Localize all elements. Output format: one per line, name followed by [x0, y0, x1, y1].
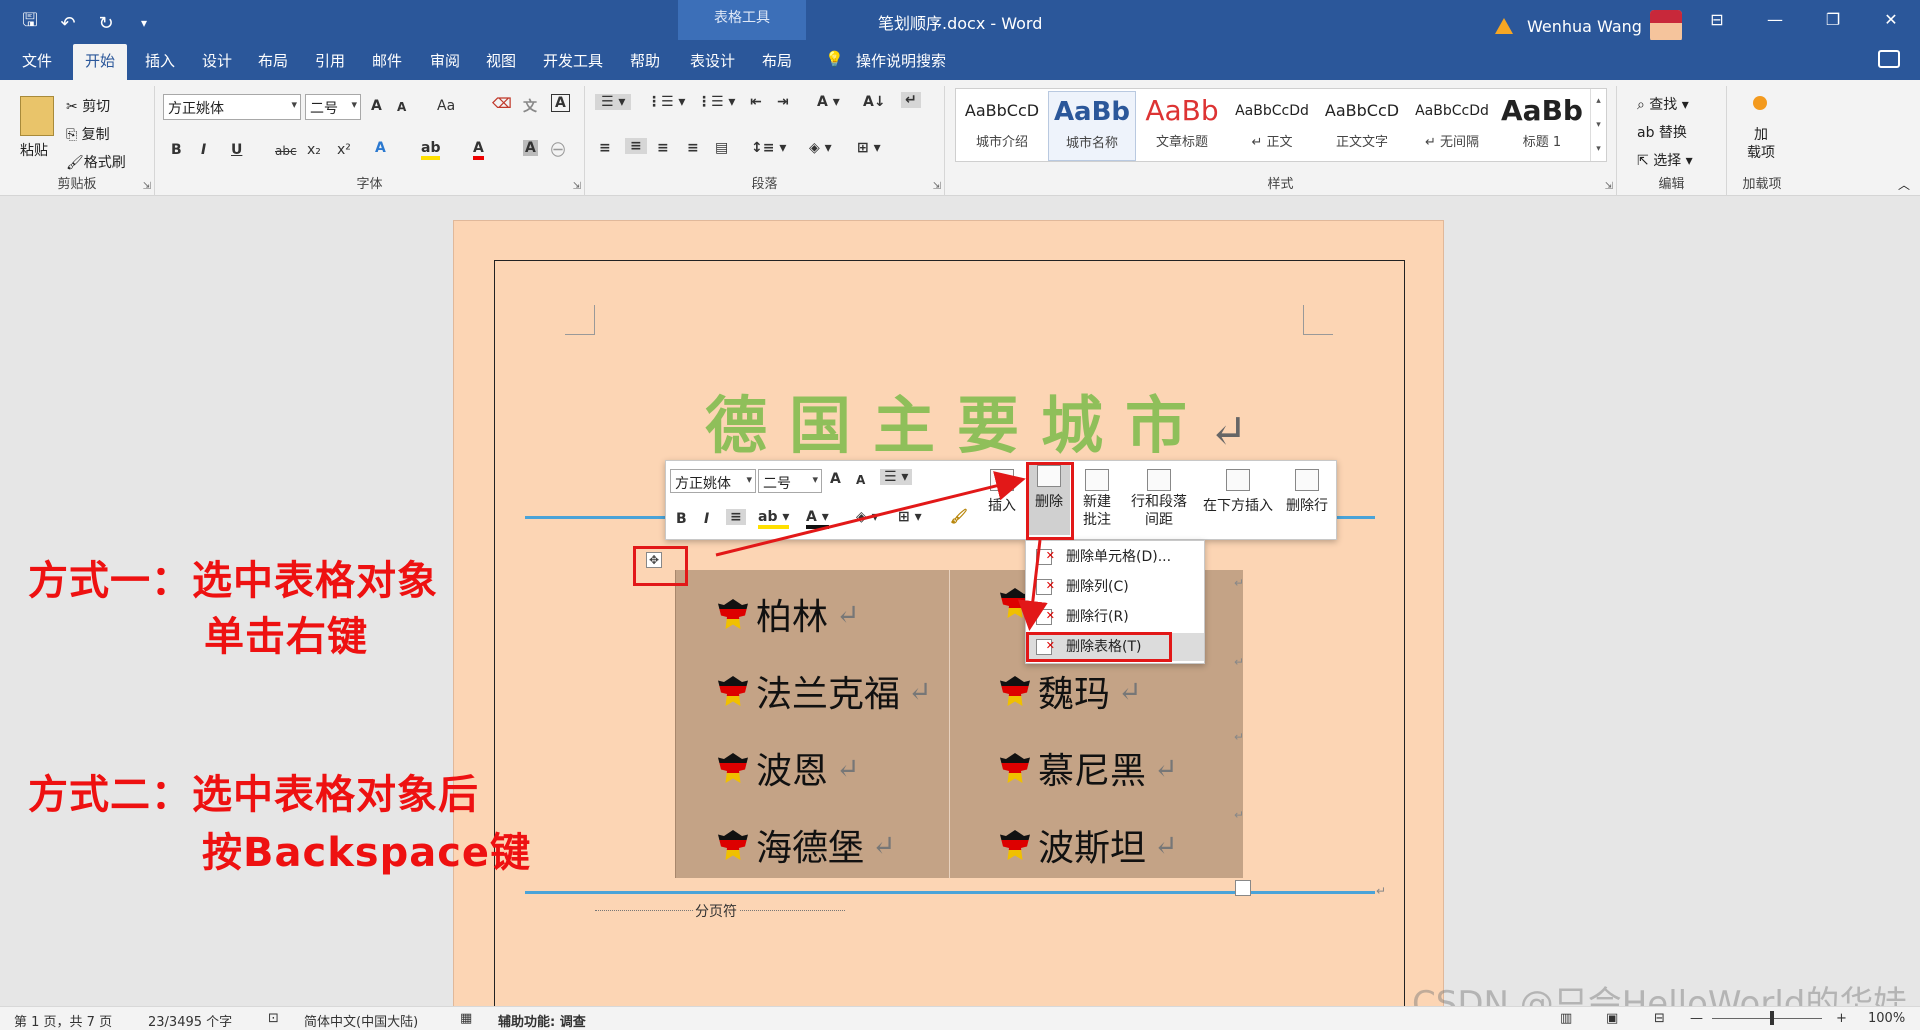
macro-icon[interactable]: ▦: [460, 1011, 472, 1026]
arrow-line: [715, 471, 1026, 557]
annotation-method-2-line2: 按Backspace键: [202, 830, 532, 876]
annotation-method-1-line2: 单击右键: [204, 614, 368, 660]
annotation-method-2: 方式二：选中表格对象后: [28, 772, 479, 818]
zoom-in-icon[interactable]: +: [1836, 1011, 1847, 1026]
proofing-icon[interactable]: ⊡: [268, 1011, 279, 1026]
zoom-level[interactable]: 100%: [1868, 1011, 1905, 1026]
web-layout-icon[interactable]: ⊟: [1654, 1011, 1665, 1026]
zoom-thumb[interactable]: [1770, 1011, 1774, 1025]
read-mode-icon[interactable]: ▥: [1560, 1011, 1572, 1026]
accessibility-status[interactable]: 辅助功能: 调查: [498, 1011, 586, 1030]
word-count[interactable]: 23/3495 个字: [148, 1011, 232, 1030]
status-bar: 第 1 页，共 7 页 23/3495 个字 ⊡ 简体中文(中国大陆) ▦ 辅助…: [0, 1006, 1920, 1030]
zoom-out-icon[interactable]: —: [1690, 1011, 1703, 1026]
annotation-method-1: 方式一：选中表格对象: [28, 558, 438, 604]
arrow-line: [1017, 539, 1048, 631]
page-count[interactable]: 第 1 页，共 7 页: [14, 1011, 112, 1030]
language[interactable]: 简体中文(中国大陆): [304, 1011, 418, 1030]
zoom-slider[interactable]: [1712, 1018, 1822, 1019]
print-layout-icon[interactable]: ▣: [1606, 1011, 1618, 1026]
